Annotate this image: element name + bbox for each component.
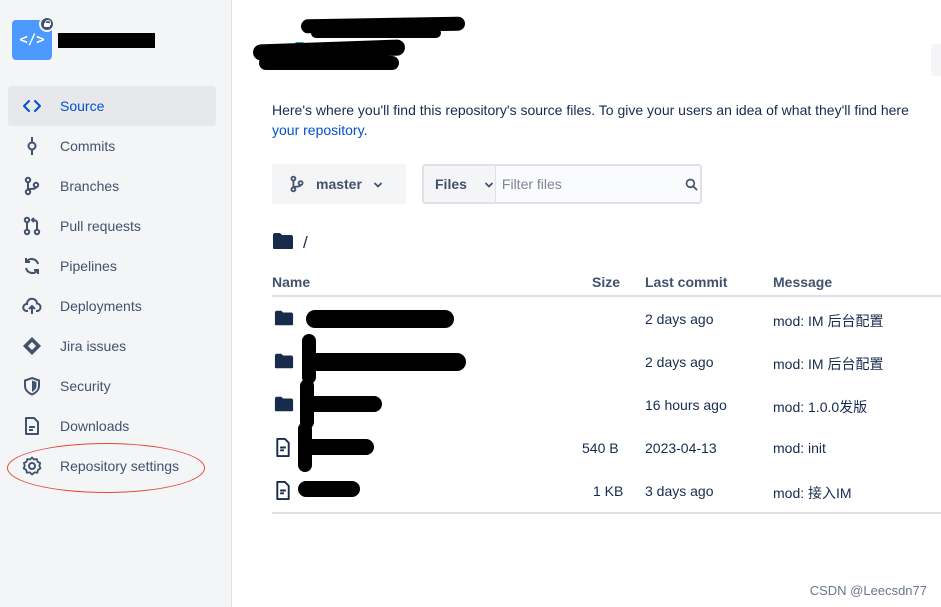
sidebar-item-label: Downloads — [60, 418, 130, 434]
column-header-message[interactable]: Message — [773, 274, 832, 290]
repo-header: </> — [12, 16, 222, 64]
table-row[interactable]: 540 B 2023-04-13 mod: init — [272, 422, 941, 472]
last-commit-cell: 16 hours ago — [645, 397, 727, 413]
redaction-scribble — [306, 353, 466, 371]
column-header-last-commit[interactable]: Last commit — [645, 274, 727, 290]
message-cell[interactable]: mod: IM 后台配置 — [773, 354, 883, 374]
jira-icon — [20, 334, 44, 358]
pull-request-icon — [20, 214, 44, 238]
last-commit-cell: 2 days ago — [645, 354, 714, 370]
table-bottom-border — [272, 512, 941, 514]
sidebar-item-deployments[interactable]: Deployments — [8, 286, 216, 326]
filter-type-select[interactable]: Files — [424, 166, 496, 202]
search-icon[interactable] — [683, 178, 700, 191]
branch-label: master — [316, 176, 362, 192]
sidebar-item-label: Pull requests — [60, 218, 141, 234]
file-icon — [274, 438, 294, 457]
sidebar-item-label: Pipelines — [60, 258, 117, 274]
redaction-scribble — [298, 422, 312, 472]
sidebar-nav: Source Commits Branches Pull requests Pi… — [8, 86, 216, 486]
last-commit-cell: 3 days ago — [645, 483, 714, 499]
sidebar-item-security[interactable]: Security — [8, 366, 216, 406]
sidebar-item-repository-settings[interactable]: Repository settings — [8, 446, 216, 486]
sidebar-item-jira-issues[interactable]: Jira issues — [8, 326, 216, 366]
table-row[interactable]: 16 hours ago mod: 1.0.0发版 — [272, 379, 941, 429]
file-filter: Files — [422, 164, 702, 204]
last-commit-cell: 2023-04-13 — [645, 440, 717, 456]
filter-type-label: Files — [435, 176, 467, 192]
sidebar-item-source[interactable]: Source — [8, 86, 216, 126]
sidebar-item-label: Jira issues — [60, 338, 127, 354]
sidebar-item-branches[interactable]: Branches — [8, 166, 216, 206]
table-header: Name Size Last commit Message — [272, 268, 941, 297]
repo-title-redacted — [252, 16, 466, 76]
shield-icon — [20, 374, 44, 398]
sidebar-item-downloads[interactable]: Downloads — [8, 406, 216, 446]
redaction-scribble — [259, 56, 399, 70]
branch-selector[interactable]: master — [272, 164, 406, 204]
filter-files-input[interactable] — [495, 166, 683, 202]
size-cell: 540 B — [582, 440, 619, 456]
watermark: CSDN @Leecsdn77 — [809, 583, 927, 598]
sidebar-item-label: Source — [60, 98, 105, 114]
repo-name-redacted[interactable] — [58, 33, 155, 48]
folder-icon — [274, 309, 294, 327]
sidebar-item-pull-requests[interactable]: Pull requests — [8, 206, 216, 246]
intro-period: . — [363, 122, 368, 138]
chevron-down-icon — [372, 178, 384, 190]
branch-icon — [288, 175, 306, 193]
sidebar-item-label: Security — [60, 378, 111, 394]
intro-text: Here's where you'll find this repository… — [272, 100, 941, 140]
table-row[interactable]: 2 days ago mod: IM 后台配置 — [272, 334, 941, 384]
redaction-scribble — [302, 334, 316, 384]
column-header-name[interactable]: Name — [272, 274, 310, 290]
sidebar-item-label: Commits — [60, 138, 116, 154]
main-content: Here's where you'll find this repository… — [233, 0, 941, 607]
gear-icon — [20, 454, 44, 478]
redaction-scribble — [302, 396, 382, 412]
sidebar-item-label: Repository settings — [60, 458, 180, 474]
message-cell[interactable]: mod: 接入IM — [773, 483, 852, 503]
code-icon: </> — [19, 32, 45, 48]
table-row[interactable]: 2 days ago mod: IM 后台配置 — [272, 297, 941, 340]
folder-icon — [272, 232, 294, 255]
sidebar-item-commits[interactable]: Commits — [8, 126, 216, 166]
file-icon — [274, 481, 294, 500]
table-row[interactable]: 1 KB 3 days ago mod: 接入IM — [272, 469, 941, 512]
redaction-scribble — [298, 481, 360, 497]
size-cell: 1 KB — [593, 483, 624, 499]
lock-icon — [39, 16, 55, 32]
folder-icon — [274, 395, 294, 413]
path-root[interactable]: / — [303, 233, 308, 253]
pipelines-icon — [20, 254, 44, 278]
column-header-size[interactable]: Size — [592, 274, 620, 290]
commit-icon — [20, 134, 44, 158]
folder-icon — [274, 352, 294, 370]
branch-icon — [20, 174, 44, 198]
sidebar: </> Source Commits Branches Pull request… — [0, 0, 232, 607]
message-cell[interactable]: mod: 1.0.0发版 — [773, 397, 867, 417]
your-repository-link[interactable]: your repository — [272, 122, 364, 138]
cloud-upload-icon — [20, 294, 44, 318]
message-cell[interactable]: mod: init — [773, 440, 826, 456]
redaction-scribble — [306, 310, 454, 328]
redaction-scribble — [311, 28, 441, 38]
sidebar-item-label: Deployments — [60, 298, 142, 314]
code-icon — [20, 94, 44, 118]
chevron-down-icon — [483, 178, 495, 190]
download-file-icon — [20, 414, 44, 438]
breadcrumb: / — [272, 232, 308, 254]
last-commit-cell: 2 days ago — [645, 311, 714, 327]
scrollbar[interactable] — [931, 44, 941, 76]
file-table: Name Size Last commit Message 2 days ago… — [272, 268, 941, 514]
message-cell[interactable]: mod: IM 后台配置 — [773, 311, 883, 331]
intro-sentence: Here's where you'll find this repository… — [272, 102, 909, 118]
sidebar-item-pipelines[interactable]: Pipelines — [8, 246, 216, 286]
sidebar-item-label: Branches — [60, 178, 120, 194]
